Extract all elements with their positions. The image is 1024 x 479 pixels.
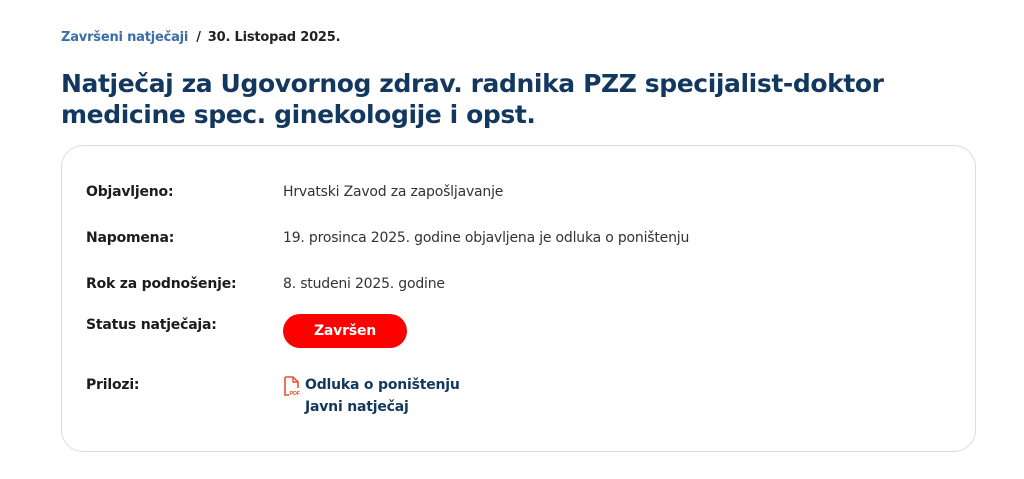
status-badge: Završen: [283, 314, 407, 348]
attachments-list: PDF Odluka o poništenju Javni natječaj: [283, 374, 460, 418]
attachment-link-public-tender[interactable]: Javni natječaj: [283, 396, 460, 418]
attachment-label: Odluka o poništenju: [305, 377, 460, 393]
status-row: Status natječaja: Završen: [86, 314, 407, 348]
tender-details-card: Objavljeno: Hrvatski Zavod za zapošljava…: [61, 145, 976, 452]
breadcrumb-current-date: 30. Listopad 2025.: [207, 30, 341, 45]
attachment-label: Javni natječaj: [305, 399, 409, 415]
status-label: Status natječaja:: [86, 317, 217, 333]
attachments-label: Prilozi:: [86, 377, 140, 393]
deadline-value: 8. studeni 2025. godine: [283, 276, 445, 292]
breadcrumb-separator: /: [196, 30, 201, 45]
breadcrumb: Završeni natječaji / 30. Listopad 2025.: [61, 30, 341, 45]
published-value: Hrvatski Zavod za zapošljavanje: [283, 184, 504, 200]
deadline-label: Rok za podnošenje:: [86, 276, 237, 292]
deadline-row: Rok za podnošenje: 8. studeni 2025. godi…: [86, 273, 445, 295]
pdf-file-icon: PDF: [284, 376, 301, 396]
attachment-link-decision-cancellation[interactable]: PDF Odluka o poništenju: [283, 374, 460, 396]
attachments-row: Prilozi:: [86, 374, 283, 396]
note-value: 19. prosinca 2025. godine objavljena je …: [283, 230, 690, 246]
published-label: Objavljeno:: [86, 184, 174, 200]
page: Završeni natječaji / 30. Listopad 2025. Na…: [0, 0, 1024, 479]
note-label: Napomena:: [86, 230, 175, 246]
published-row: Objavljeno: Hrvatski Zavod za zapošljava…: [86, 181, 503, 203]
note-row: Napomena: 19. prosinca 2025. godine obja…: [86, 227, 689, 249]
page-title: Natječaj za Ugovornog zdrav. radnika PZZ…: [61, 69, 884, 129]
breadcrumb-link-finished-tenders[interactable]: Završeni natječaji: [61, 30, 188, 45]
